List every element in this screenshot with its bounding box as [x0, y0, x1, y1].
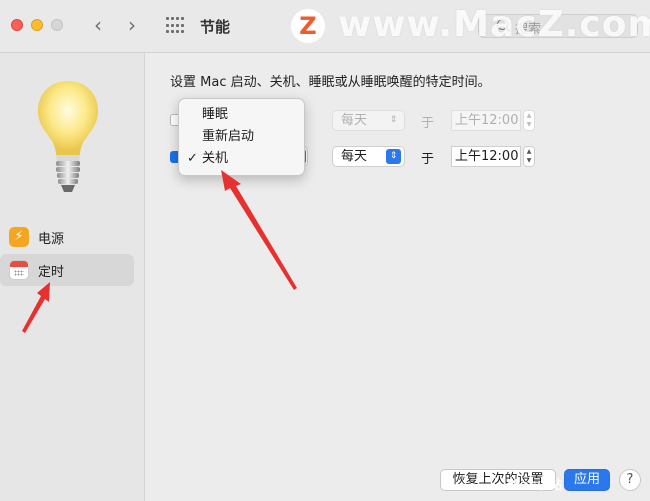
- frequency-value: 每天: [341, 113, 368, 128]
- sidebar-item-power[interactable]: 电源: [0, 221, 134, 253]
- menu-item-label: 睡眠: [202, 107, 229, 122]
- back-chevron-icon[interactable]: ‹: [88, 14, 108, 36]
- action-dropdown-menu: 睡眠 重新启动 ✓ 关机: [178, 98, 305, 176]
- menu-item-label: 关机: [202, 151, 229, 166]
- light-bulb-icon: [38, 81, 98, 192]
- watermark-text: www.MacZ.com: [338, 4, 650, 45]
- chevron-updown-icon: ⇕: [389, 115, 398, 125]
- schedule-row-1-time-stepper[interactable]: ▲ ▼: [523, 110, 535, 131]
- at-label: 于: [421, 116, 435, 131]
- watermark-bottom-text: Mac小站: [507, 478, 563, 493]
- menu-item-label: 重新启动: [202, 129, 255, 144]
- watermark-logo-letter: Z: [299, 12, 317, 40]
- sidebar-item-label: 定时: [38, 265, 65, 280]
- schedule-row-2-time-stepper[interactable]: ▲ ▼: [523, 146, 535, 167]
- power-icon: [9, 227, 29, 247]
- window-title: 节能: [200, 18, 231, 36]
- sidebar-item-label: 电源: [38, 232, 65, 247]
- close-window-button[interactable]: [11, 19, 23, 31]
- show-all-grid-icon[interactable]: [166, 17, 184, 35]
- checkmark-icon: ✓: [187, 151, 198, 166]
- at-label: 于: [421, 152, 435, 167]
- schedule-description: 设置 Mac 启动、关机、睡眠或从睡眠唤醒的特定时间。: [170, 75, 491, 90]
- help-button[interactable]: ?: [619, 469, 641, 491]
- menu-item-restart[interactable]: 重新启动: [179, 126, 304, 148]
- chevron-updown-icon: ⇕: [386, 149, 401, 164]
- schedule-row-2-frequency-select[interactable]: 每天 ⇕: [332, 146, 405, 167]
- minimize-window-button[interactable]: [31, 19, 43, 31]
- sidebar: 电源 定时: [0, 53, 145, 501]
- frequency-value: 每天: [341, 149, 368, 164]
- zoom-window-button[interactable]: [51, 19, 63, 31]
- menu-item-shutdown[interactable]: ✓ 关机: [179, 148, 304, 170]
- watermark-logo: Z: [291, 9, 325, 43]
- menu-item-sleep[interactable]: 睡眠: [179, 104, 304, 126]
- annotation-arrow-to-menu: [221, 170, 297, 290]
- schedule-row-1-time-field[interactable]: 上午12:00: [451, 110, 521, 131]
- calendar-icon: [9, 260, 29, 280]
- schedule-row-1-frequency-select[interactable]: 每天 ⇕: [332, 110, 405, 131]
- forward-chevron-icon[interactable]: ›: [122, 14, 142, 36]
- sidebar-item-schedule[interactable]: 定时: [0, 254, 134, 286]
- title-bar: ‹ › 节能 搜索 Z www.MacZ.com: [0, 0, 650, 53]
- schedule-row-2-time-field[interactable]: 上午12:00: [451, 146, 521, 167]
- apply-button[interactable]: 应用: [564, 469, 610, 491]
